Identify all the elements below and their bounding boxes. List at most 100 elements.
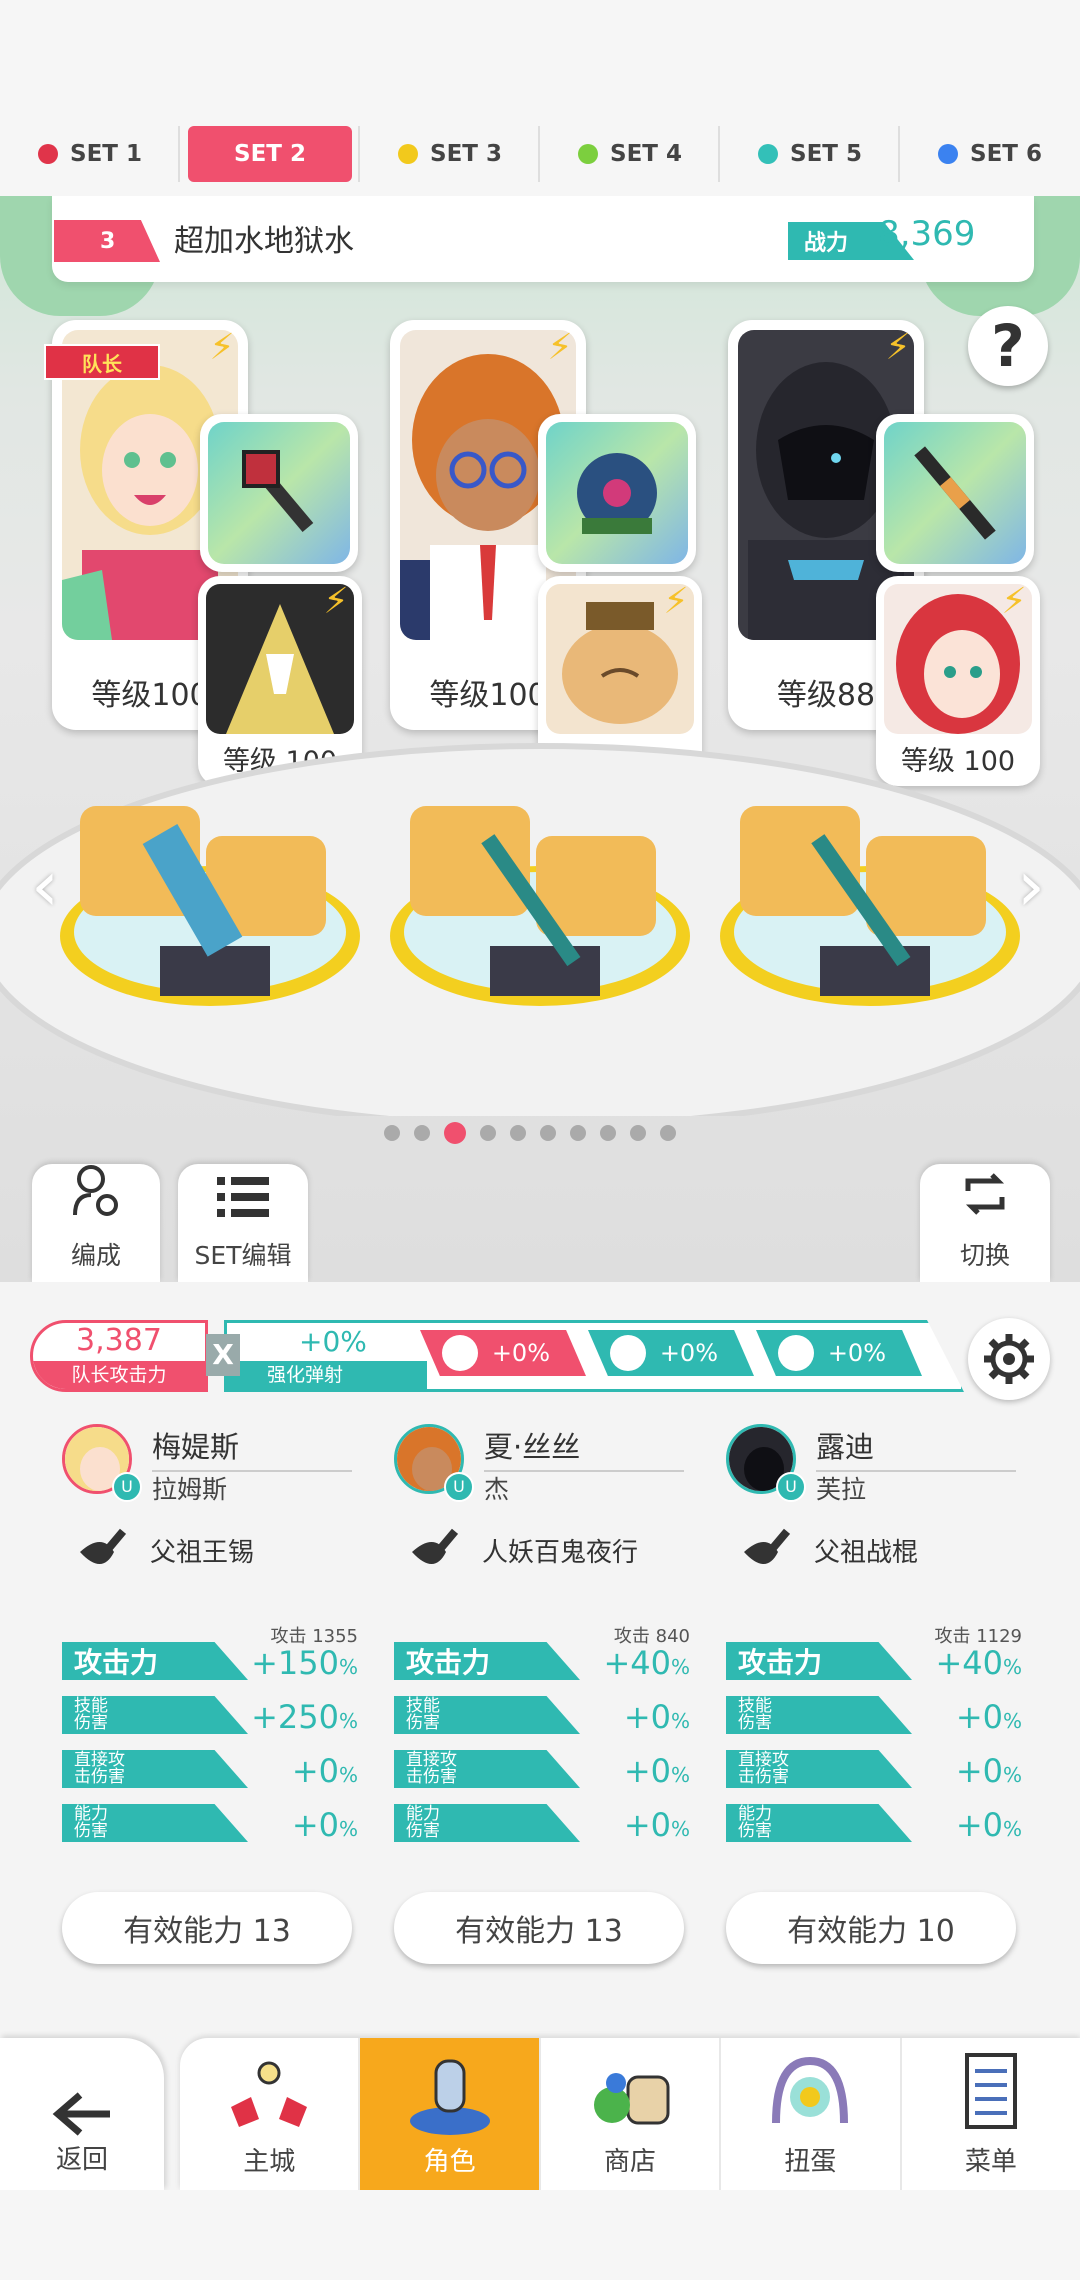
weapon-card-2[interactable] [538,414,696,572]
unit-weapon: 人妖百鬼夜行 [406,1522,638,1578]
help-button[interactable]: ? [968,306,1048,386]
tab-set-3[interactable]: SET 3 [360,118,540,190]
set-6-dot [938,144,958,164]
settings-button[interactable] [968,1318,1050,1400]
person-gear-icon [71,1165,121,1230]
team-bar[interactable]: 3 超加水地狱水 战力 8,369 [52,196,1034,282]
nav-tab-main-city[interactable]: 主城 [180,2038,361,2190]
stat-value: +0% [956,1806,1022,1844]
page-dot[interactable] [510,1125,526,1141]
stat-label: 直接攻 击伤害 [394,1750,580,1788]
character-icon [409,2059,490,2135]
nav-tab-label: 菜单 [964,2147,1017,2177]
unit-weapon: 父祖战棍 [738,1522,918,1578]
stat-number: +40 [603,1644,671,1682]
formation-label: 编成 [70,1241,121,1270]
stat-row: 能力 伤害 +0% [62,1800,358,1844]
orb-icon [546,422,688,564]
stat-label-line: 伤害 [738,1821,772,1841]
page-indicator [384,1122,676,1144]
switch-button[interactable]: 切换 [920,1164,1050,1282]
stat-number: +0 [623,1752,671,1790]
nav-tab-gacha[interactable]: 扭蛋 [721,2038,902,2190]
stat-label-line: 伤害 [406,1713,440,1733]
tab-set-5[interactable]: SET 5 [720,118,900,190]
stat-row: 攻击力 +150% 攻击 1355 [62,1626,358,1682]
stat-number: +0 [291,1806,339,1844]
nav-tab-shop[interactable]: 商店 [541,2038,722,2190]
prev-arrow-icon[interactable]: ‹ [20,846,70,926]
stat-value: +40% [603,1644,690,1682]
tab-set-6[interactable]: SET 6 [900,118,1080,190]
page-dot[interactable] [444,1122,466,1144]
team-name[interactable]: 超加水地狱水 [174,216,354,260]
stat-unit: % [670,1655,690,1679]
weapon-name: 父祖王锡 [150,1537,255,1568]
stat-value: +40% [935,1644,1022,1682]
effective-ability-button[interactable]: 有效能力 13 [62,1892,352,1964]
stat-value: +0% [292,1806,358,1844]
stat-label: 攻击力 [394,1642,580,1680]
leader-attack: 3,387 队长攻击力 [30,1320,208,1392]
weapon-card-3[interactable] [876,414,1034,572]
stat-row: 技能 伤害 +250% [62,1692,358,1736]
set-edit-label: SET编辑 [194,1241,292,1270]
stat-label: 能力 伤害 [726,1804,912,1842]
page-dot[interactable] [480,1125,496,1141]
page-dot[interactable] [570,1125,586,1141]
page-dot[interactable] [384,1125,400,1141]
page-dot[interactable] [660,1125,676,1141]
unit-class: 芙拉 [816,1475,867,1504]
stat-unit: % [670,1817,690,1841]
page-dot[interactable] [540,1125,556,1141]
stat-label-line: 击伤害 [738,1767,789,1787]
page-dot[interactable] [600,1125,616,1141]
stat-unit: % [1002,1817,1022,1841]
base-attack: 攻击 1129 [934,1626,1022,1647]
page-dot[interactable] [414,1125,430,1141]
stat-number: +0 [623,1698,671,1736]
stat-unit: % [670,1709,690,1733]
weapon-card-1[interactable] [200,414,358,572]
stat-label: 直接攻 击伤害 [62,1750,248,1788]
weapon-icon [80,1528,127,1564]
tab-set-4[interactable]: SET 4 [540,118,720,190]
weapon-name: 人妖百鬼夜行 [482,1537,639,1568]
boost-chip-1: +0% [420,1330,586,1376]
back-button[interactable]: 返回 [0,2038,164,2190]
set-edit-button[interactable]: SET编辑 [178,1164,308,1282]
unit-badge: U [444,1472,474,1502]
effective-ability-button[interactable]: 有效能力 10 [726,1892,1016,1964]
stat-value: +150% [251,1644,358,1682]
unit-face-icon [778,1335,814,1371]
tab-set-1[interactable]: SET 1 [0,118,180,190]
gacha-icon [772,2056,849,2124]
page-dot[interactable] [630,1125,646,1141]
stat-row: 技能 伤害 +0% [726,1692,1022,1736]
unit-class: 拉姆斯 [152,1475,228,1504]
switch-label: 切换 [959,1241,1010,1270]
base-attack: 攻击 840 [613,1626,690,1647]
formation-button[interactable]: 编成 [32,1164,160,1282]
nav-tab-menu[interactable]: 菜单 [902,2038,1080,2190]
effective-ability-button[interactable]: 有效能力 13 [394,1892,684,1964]
stat-value: +0% [956,1698,1022,1736]
stat-label: 能力 伤害 [394,1804,580,1842]
weapon-icon [412,1528,459,1564]
boost-value: +0% [299,1325,367,1358]
main-city-icon [231,2061,308,2127]
stat-label: 能力 伤害 [62,1804,248,1842]
stat-row: 直接攻 击伤害 +0% [394,1746,690,1790]
stat-row: 技能 伤害 +0% [394,1692,690,1736]
boost-label: 强化弹射 [227,1361,427,1389]
team-number: 3 [54,220,160,262]
stat-label-line: 伤害 [74,1821,108,1841]
tab-set-2[interactable]: SET 2 [180,118,360,190]
nav-tab-character[interactable]: 角色 [360,2038,541,2190]
unit-weapon: 父祖王锡 [74,1522,254,1578]
boost-chip-value: +0% [491,1339,550,1367]
next-arrow-icon[interactable]: › [1006,846,1056,926]
stat-unit: % [338,1709,358,1733]
back-label: 返回 [55,2145,108,2175]
pedestal-platform [0,736,1080,1129]
